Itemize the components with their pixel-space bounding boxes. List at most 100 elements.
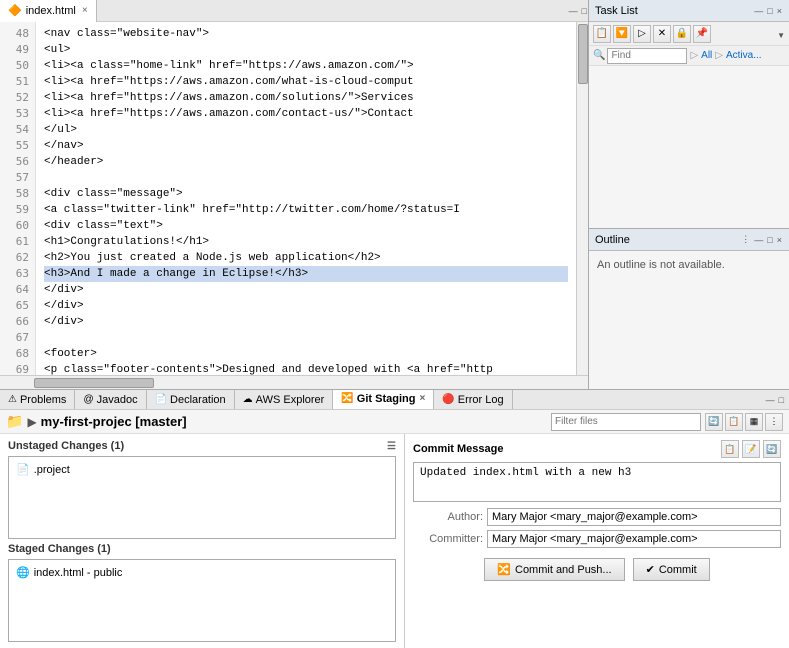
staged-file-list[interactable]: 🌐index.html - public [8, 559, 396, 642]
staged-header: Staged Changes (1) [8, 543, 396, 555]
commit-push-icon: 🔀 [497, 563, 511, 576]
commit-header-icons: 📋 📝 🔄 [721, 440, 781, 458]
git-left-panel: Unstaged Changes (1) ☰ 📄 .project Staged … [0, 434, 405, 648]
commit-and-push-button[interactable]: 🔀 Commit and Push... [484, 558, 624, 581]
bottom-minimize[interactable]: — [765, 394, 776, 406]
editor-scrollbar-h[interactable] [0, 375, 588, 389]
outline-header: Outline ⋮ — □ × [589, 229, 789, 251]
commit-icon3[interactable]: 🔄 [763, 440, 781, 458]
git-staging-content: 📁 ▶ my-first-projec [master] 🔄 📋 ▦ ⋮ [0, 410, 789, 648]
html-file-icon: 🔶 [8, 4, 22, 17]
editor-scrollbar-v[interactable] [576, 22, 588, 375]
aws-icon: ☁ [243, 394, 253, 405]
outline-title: Outline [595, 234, 630, 246]
git-filter-btn3[interactable]: ▦ [745, 413, 763, 431]
maximize-editor-btn[interactable]: □ [581, 5, 588, 17]
right-panel: Task List — □ × 📋 🔽 ▷ ✕ 🔒 📌 ▼ [589, 0, 789, 389]
outline-empty-message: An outline is not available. [589, 251, 789, 279]
commit-icon2[interactable]: 📝 [742, 440, 760, 458]
javadoc-icon: @ [83, 394, 93, 405]
filter-all-link[interactable]: All [701, 50, 712, 61]
git-tab-close[interactable]: × [419, 393, 425, 404]
git-project-name: my-first-projec [master] [41, 414, 187, 429]
unstaged-file-item[interactable]: 📄 .project [13, 461, 391, 478]
filter-sep: ▷ [690, 50, 698, 61]
editor-tab-close[interactable]: × [82, 5, 88, 16]
author-label: Author: [413, 511, 483, 523]
tab-error-log[interactable]: 🔴 Error Log [434, 390, 512, 410]
tab-problems[interactable]: ⚠ Problems [0, 390, 75, 410]
editor-content: 4849505152535455565758596061626364656667… [0, 22, 588, 375]
task-expand-arrow[interactable]: ▼ [777, 31, 785, 40]
declaration-icon: 📄 [155, 394, 167, 405]
commit-icon1[interactable]: 📋 [721, 440, 739, 458]
commit-button[interactable]: ✔ Commit [633, 558, 710, 581]
tab-aws-explorer[interactable]: ☁ AWS Explorer [235, 390, 334, 410]
scroll-thumb-v[interactable] [578, 24, 588, 84]
task-delete-btn[interactable]: ✕ [653, 25, 671, 43]
minimize-editor-btn[interactable]: — [568, 5, 579, 17]
task-list-minimize[interactable]: — [753, 5, 764, 17]
scroll-thumb-h[interactable] [34, 378, 154, 388]
commit-label: Commit [659, 564, 697, 576]
tabs-bar: ⚠ Problems @ Javadoc 📄 Declaration ☁ AWS… [0, 390, 789, 410]
task-new-btn[interactable]: 📋 [593, 25, 611, 43]
unstaged-file-list[interactable]: 📄 .project [8, 456, 396, 539]
outline-maximize[interactable]: □ [766, 234, 773, 246]
git-filter-input[interactable] [551, 413, 701, 431]
git-filter-btn4[interactable]: ⋮ [765, 413, 783, 431]
author-field: Author: Mary Major <mary_major@example.c… [413, 508, 781, 526]
file-name: .project [34, 464, 70, 476]
task-filter-bar: 🔍 ▷ All ▷ Activa... [589, 46, 789, 66]
tab-declaration-label: Declaration [170, 394, 226, 406]
file-icon: 📄 [16, 463, 30, 476]
commit-fields: Author: Mary Major <mary_major@example.c… [413, 508, 781, 548]
task-filter-btn[interactable]: 🔽 [613, 25, 631, 43]
task-toolbar: 📋 🔽 ▷ ✕ 🔒 📌 ▼ [589, 22, 789, 46]
task-list-maximize[interactable]: □ [766, 5, 773, 17]
tab-javadoc-label: Javadoc [97, 394, 138, 406]
tab-declaration[interactable]: 📄 Declaration [147, 390, 235, 410]
outline-controls: ⋮ — □ × [740, 233, 783, 246]
outline-minimize[interactable]: — [753, 234, 764, 246]
editor-tab[interactable]: 🔶 index.html × [0, 0, 97, 22]
bottom-tabs: ⚠ Problems @ Javadoc 📄 Declaration ☁ AWS… [0, 390, 789, 648]
commit-message-text: Updated index.html with a new h3 [420, 467, 631, 479]
filter-activa-link[interactable]: Activa... [726, 50, 762, 61]
unstaged-section: Unstaged Changes (1) ☰ 📄 .project [8, 440, 396, 539]
outline-menu-btn[interactable]: ⋮ [740, 233, 751, 246]
error-icon: 🔴 [442, 394, 454, 405]
task-collapse-btn[interactable]: ▷ [633, 25, 651, 43]
bottom-tabs-controls: — □ [765, 394, 789, 406]
staged-title: Staged Changes (1) [8, 543, 111, 555]
commit-message-box[interactable]: Updated index.html with a new h3 [413, 462, 781, 502]
unstaged-header: Unstaged Changes (1) ☰ [8, 440, 396, 452]
task-list-close[interactable]: × [776, 5, 783, 17]
git-toolbar: 📁 ▶ my-first-projec [master] 🔄 📋 ▦ ⋮ [0, 410, 789, 434]
commit-push-label: Commit and Push... [515, 564, 612, 576]
tab-javadoc[interactable]: @ Javadoc [75, 390, 146, 410]
task-list-pane: Task List — □ × 📋 🔽 ▷ ✕ 🔒 📌 ▼ [589, 0, 789, 229]
task-filter-input[interactable] [607, 48, 687, 64]
git-filter-btn1[interactable]: 🔄 [705, 413, 723, 431]
bottom-maximize[interactable]: □ [778, 394, 785, 406]
unstaged-sort-icon[interactable]: ☰ [387, 441, 396, 452]
git-filter-btn2[interactable]: 📋 [725, 413, 743, 431]
git-right-panel: Commit Message 📋 📝 🔄 Updated index.html … [405, 434, 789, 648]
file-icon: 🌐 [16, 566, 30, 579]
tab-git-staging[interactable]: 🔀 Git Staging × [333, 390, 434, 410]
code-area[interactable]: <nav class="website-nav"> <ul> <li><a cl… [36, 22, 576, 375]
commit-header-title: Commit Message [413, 443, 503, 455]
task-list-title: Task List [595, 5, 638, 17]
search-icon: 🔍 [593, 50, 605, 61]
commit-section: Commit Message 📋 📝 🔄 Updated index.html … [413, 440, 781, 642]
folder-icon: 📁 [6, 413, 23, 430]
task-lock-btn[interactable]: 🔒 [673, 25, 691, 43]
editor-pane: 🔶 index.html × — □ 484950515253545556575… [0, 0, 589, 389]
staged-file-item[interactable]: 🌐index.html - public [13, 564, 391, 581]
task-pin-btn[interactable]: 📌 [693, 25, 711, 43]
git-arrow: ▶ [27, 415, 36, 429]
task-list-header: Task List — □ × [589, 0, 789, 22]
outline-close[interactable]: × [776, 234, 783, 246]
filter-sep2: ▷ [715, 50, 723, 61]
